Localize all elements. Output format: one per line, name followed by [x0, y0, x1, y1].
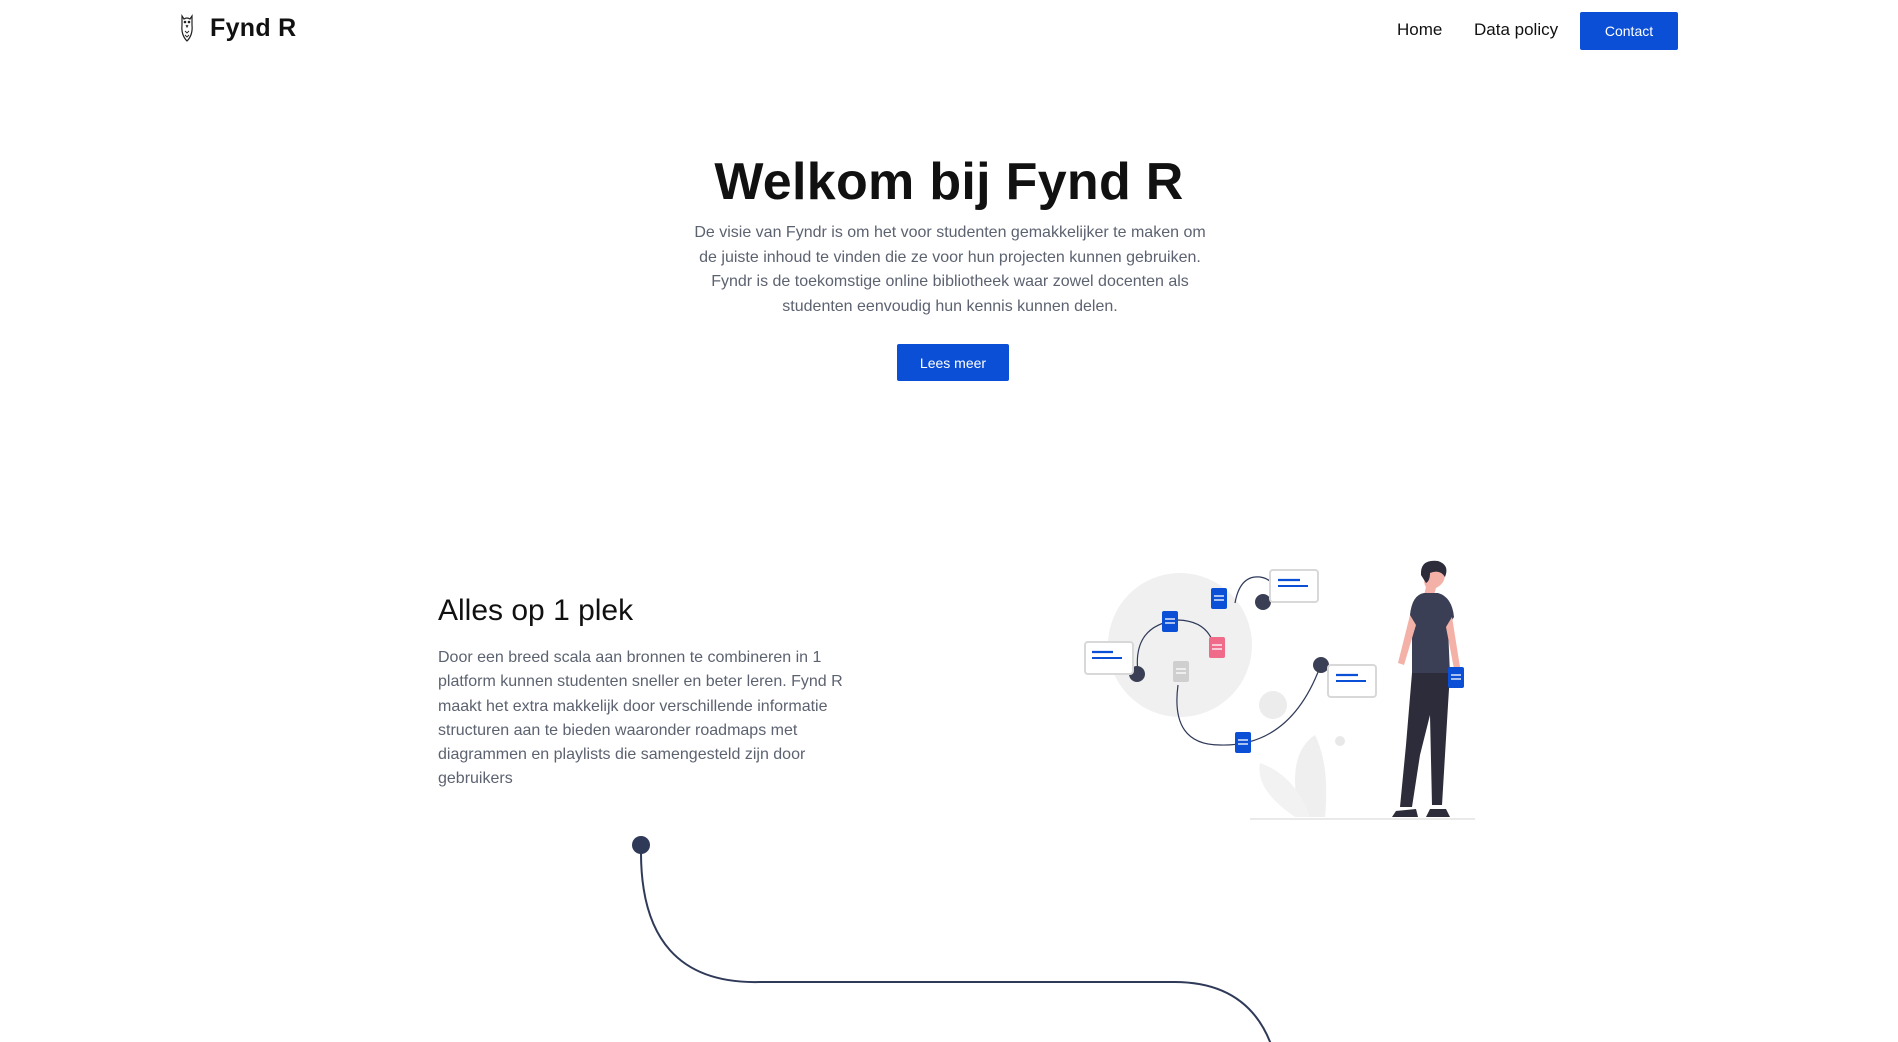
document-icon: [1211, 588, 1227, 609]
document-icon: [1162, 611, 1178, 632]
hero-title: Welkom bij Fynd R: [714, 153, 1184, 211]
feature-illustration: [1084, 560, 1475, 820]
bg-dot: [1259, 691, 1287, 719]
nav-link-data-policy[interactable]: Data policy: [1474, 20, 1558, 40]
document-icon: [1173, 661, 1189, 682]
message-card-icon: [1269, 569, 1319, 603]
document-icon: [1209, 637, 1225, 658]
person-icon: [1392, 560, 1464, 817]
read-more-button[interactable]: Lees meer: [897, 344, 1009, 381]
contact-button[interactable]: Contact: [1580, 12, 1678, 50]
message-card-icon: [1327, 664, 1377, 698]
feature-title: Alles op 1 plek: [438, 594, 634, 627]
hero-description: De visie van Fyndr is om het voor studen…: [694, 224, 1206, 315]
document-icon: [1235, 732, 1251, 753]
brand-name: Fynd R: [210, 13, 297, 42]
message-card-icon: [1084, 641, 1134, 675]
owl-logo-icon: [181, 14, 193, 42]
brand[interactable]: Fynd R: [178, 13, 297, 43]
roadmap-node: [632, 836, 650, 854]
nav-link-home[interactable]: Home: [1397, 20, 1442, 40]
feature-description: Door een breed scala aan bronnen te comb…: [438, 649, 843, 788]
navbar: Fynd R Home Data policy Contact: [0, 0, 1898, 60]
